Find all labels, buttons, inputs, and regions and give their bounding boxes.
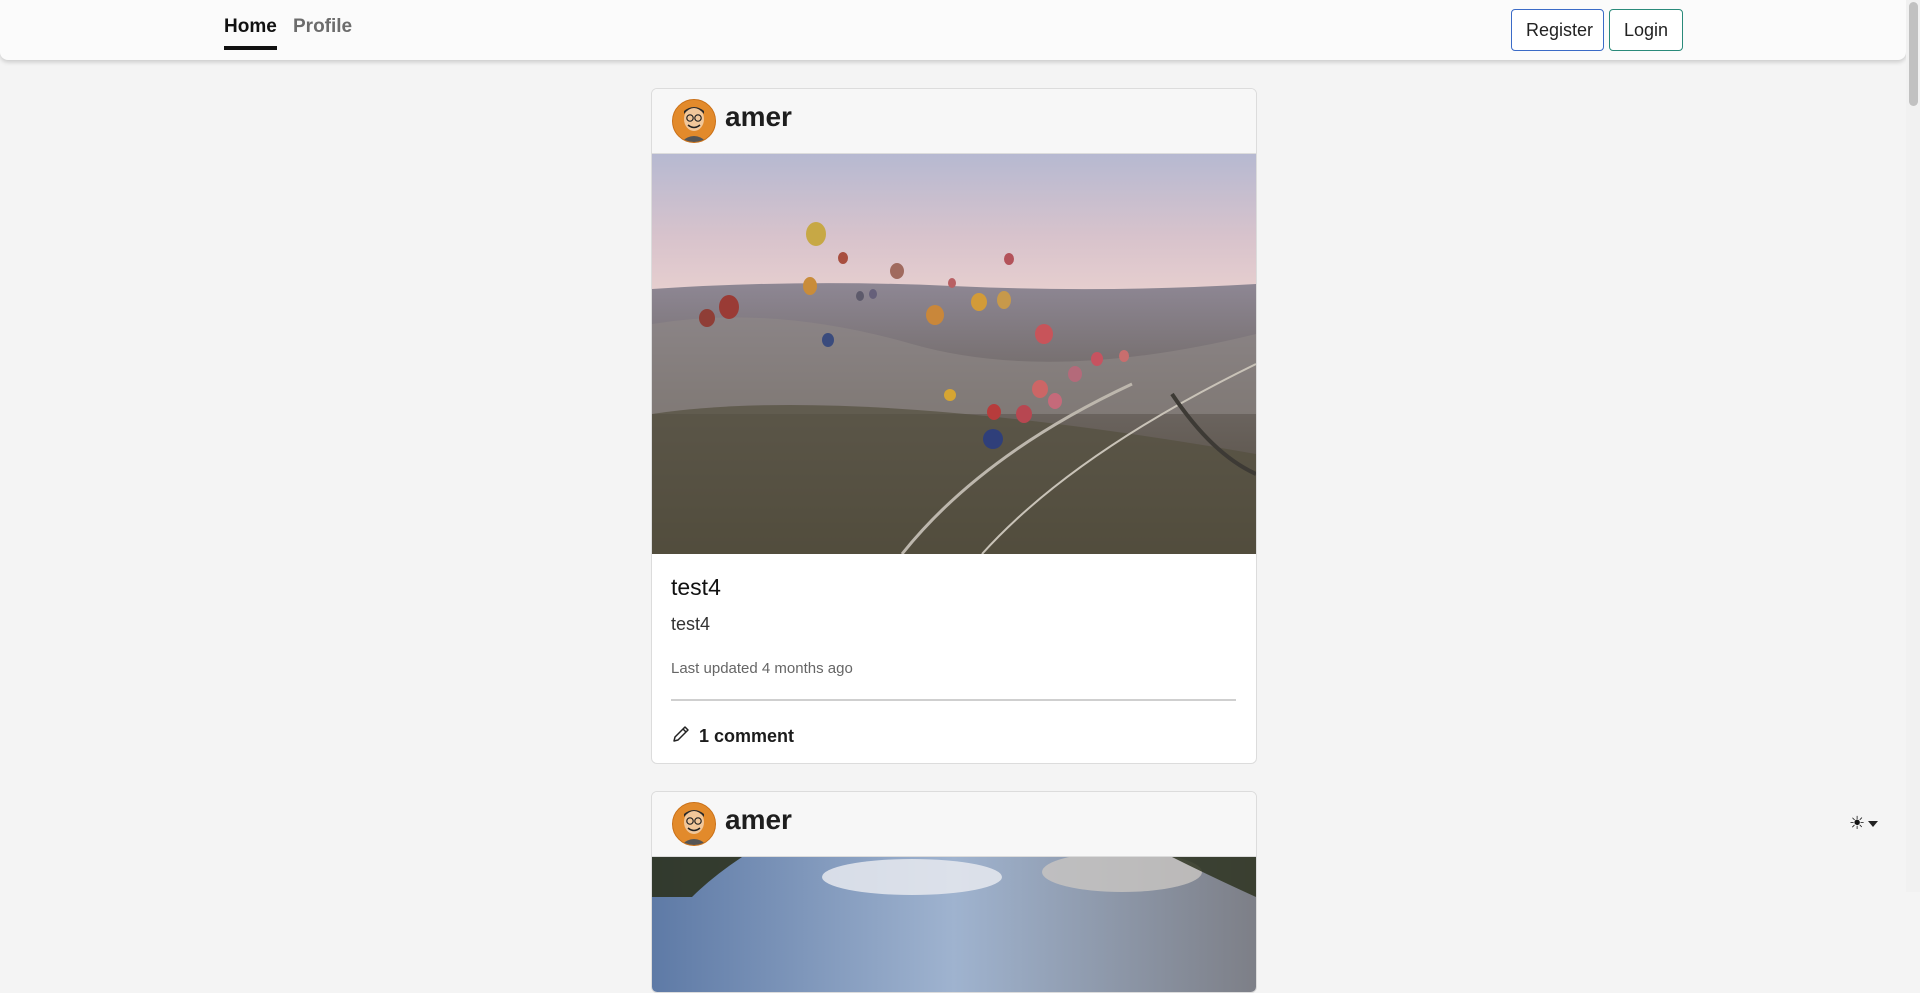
top-navbar: Home Profile Register Login xyxy=(0,0,1906,60)
post-card: amer xyxy=(651,791,1257,993)
chevron-down-icon xyxy=(1868,820,1879,827)
post-image xyxy=(652,857,1256,992)
register-button[interactable]: Register xyxy=(1511,9,1604,51)
avatar xyxy=(672,99,716,143)
post-header: amer xyxy=(652,792,1256,857)
scrollbar-thumb[interactable] xyxy=(1909,2,1918,106)
post-card: amer xyxy=(651,88,1257,764)
avatar xyxy=(672,802,716,846)
page-scrollbar[interactable] xyxy=(1906,0,1920,892)
post-updated-time: Last updated 4 months ago xyxy=(671,660,853,677)
sun-icon: ☀ xyxy=(1849,813,1866,833)
nav-home-link[interactable]: Home xyxy=(224,16,277,50)
post-author[interactable]: amer xyxy=(725,101,792,133)
post-divider xyxy=(671,699,1236,701)
post-text: test4 xyxy=(671,614,711,634)
login-button[interactable]: Login xyxy=(1609,9,1683,51)
nav-profile-link[interactable]: Profile xyxy=(293,16,352,38)
post-author[interactable]: amer xyxy=(725,804,792,836)
comments-count: 1 comment xyxy=(699,726,795,746)
post-title: test4 xyxy=(671,574,721,600)
pencil-icon xyxy=(671,724,691,749)
post-header: amer xyxy=(652,89,1256,154)
post-image xyxy=(652,154,1256,554)
theme-toggle[interactable]: ☀ xyxy=(1849,813,1879,834)
comments-link[interactable]: 1 comment xyxy=(671,724,794,749)
